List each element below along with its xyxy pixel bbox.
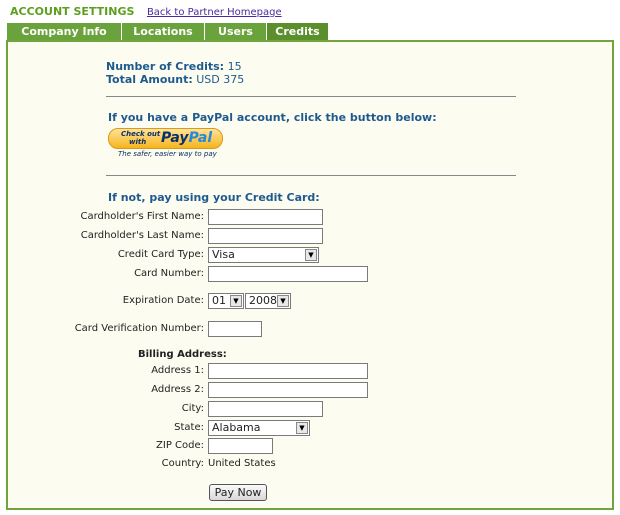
- page-title: ACCOUNT SETTINGS: [10, 5, 135, 18]
- paypal-check-out-text: Check out with: [121, 130, 161, 146]
- credits-panel: Number of Credits: 15 Total Amount: USD …: [6, 40, 614, 510]
- dropdown-arrow-icon: ▼: [230, 295, 242, 307]
- address1-field[interactable]: [208, 363, 368, 379]
- city-field[interactable]: [208, 401, 323, 417]
- expiration-month-value: 01: [212, 294, 226, 307]
- tab-credits[interactable]: Credits: [267, 23, 329, 41]
- credits-summary: Number of Credits: 15 Total Amount: USD …: [106, 60, 244, 86]
- pay-now-button[interactable]: Pay Now: [209, 484, 267, 501]
- billing-address-heading: Billing Address:: [138, 349, 227, 360]
- country-label: Country:: [161, 458, 204, 469]
- card-type-label: Credit Card Type:: [117, 249, 204, 260]
- card-type-select[interactable]: Visa ▼: [208, 247, 319, 263]
- first-name-field[interactable]: [208, 209, 323, 225]
- dropdown-arrow-icon: ▼: [277, 295, 289, 307]
- country-value: United States: [208, 458, 276, 469]
- back-to-partner-homepage-link[interactable]: Back to Partner Homepage: [147, 7, 282, 18]
- zip-code-field[interactable]: [208, 438, 273, 454]
- tab-locations[interactable]: Locations: [122, 23, 205, 41]
- paypal-logo-icon: PayPal: [161, 130, 213, 146]
- card-number-label: Card Number:: [134, 268, 204, 279]
- total-amount-label: Total Amount:: [106, 73, 193, 86]
- city-label: City:: [181, 403, 204, 414]
- credit-card-prompt: If not, pay using your Credit Card:: [108, 191, 320, 204]
- address2-field[interactable]: [208, 382, 368, 398]
- dropdown-arrow-icon: ▼: [305, 249, 317, 261]
- tab-users[interactable]: Users: [205, 23, 267, 41]
- total-amount-value: USD 375: [196, 73, 245, 86]
- expiration-month-select[interactable]: 01 ▼: [208, 293, 244, 309]
- tab-bar: Company Info Locations Users Credits: [7, 23, 329, 41]
- paypal-tagline: The safer, easier way to pay: [118, 150, 217, 158]
- paypal-checkout-button[interactable]: Check out with PayPal The safer, easier …: [108, 128, 223, 160]
- address1-label: Address 1:: [151, 365, 204, 376]
- card-type-value: Visa: [212, 248, 235, 261]
- header: ACCOUNT SETTINGS Back to Partner Homepag…: [10, 5, 282, 21]
- expiration-date-label: Expiration Date:: [122, 295, 204, 306]
- divider: [106, 175, 516, 176]
- last-name-label: Cardholder's Last Name:: [80, 230, 204, 241]
- tab-company-info[interactable]: Company Info: [7, 23, 122, 41]
- state-value: Alabama: [212, 421, 261, 434]
- dropdown-arrow-icon: ▼: [296, 422, 308, 434]
- state-label: State:: [174, 422, 204, 433]
- expiration-year-value: 2008: [249, 294, 277, 307]
- cvn-label: Card Verification Number:: [74, 323, 204, 334]
- paypal-button-pill: Check out with PayPal: [108, 128, 223, 149]
- paypal-prompt: If you have a PayPal account, click the …: [108, 111, 437, 124]
- credits-label: Number of Credits:: [106, 60, 225, 73]
- card-number-field[interactable]: [208, 266, 368, 282]
- zip-code-label: ZIP Code:: [156, 440, 204, 451]
- address2-label: Address 2:: [151, 384, 204, 395]
- state-select[interactable]: Alabama ▼: [208, 420, 310, 436]
- cvn-field[interactable]: [208, 321, 262, 337]
- expiration-year-select[interactable]: 2008 ▼: [245, 293, 291, 309]
- credits-value: 15: [227, 60, 242, 73]
- last-name-field[interactable]: [208, 228, 323, 244]
- divider: [106, 96, 516, 97]
- first-name-label: Cardholder's First Name:: [80, 211, 204, 222]
